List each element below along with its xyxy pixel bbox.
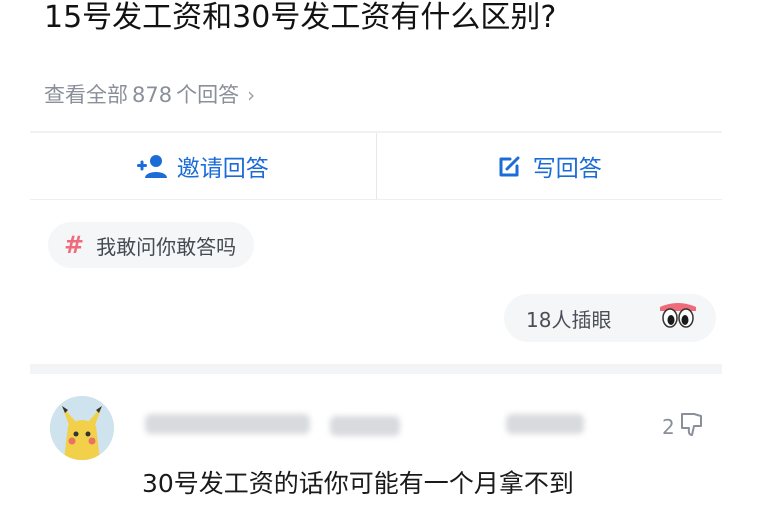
reaction-label: 18人插眼	[526, 307, 612, 332]
avatar[interactable]	[50, 396, 114, 460]
blurred-follow-button	[506, 414, 584, 434]
chevron-right-icon: ›	[247, 83, 256, 107]
hash-icon: #	[64, 231, 85, 259]
like-button[interactable]: 2	[662, 410, 705, 443]
eyes-emoji-icon	[658, 301, 698, 335]
blurred-user-info	[330, 416, 400, 436]
view-all-prefix: 查看全部	[44, 83, 128, 107]
view-all-suffix: 个回答	[176, 83, 240, 107]
answer-excerpt[interactable]: 30号发工资的话你可能有一个月拿不到	[142, 466, 710, 502]
section-separator	[30, 364, 722, 374]
like-count: 2	[662, 414, 675, 439]
answers-count: 878	[132, 83, 173, 107]
write-answer-label: 写回答	[532, 156, 602, 182]
invite-answer-label: 邀请回答	[176, 156, 269, 182]
write-answer-button[interactable]: 写回答	[377, 133, 723, 199]
question-title: 15号发工资和30号发工资有什么区别?	[44, 0, 557, 35]
invite-answer-button[interactable]: 邀请回答	[30, 133, 376, 199]
topic-tag[interactable]: # 我敢问你敢答吗	[48, 222, 255, 268]
add-person-icon	[136, 153, 167, 179]
question-actions-bar: 邀请回答 写回答	[30, 133, 722, 200]
topic-tag-label: 我敢问你敢答吗	[96, 234, 237, 259]
reaction-button[interactable]: 18人插眼	[504, 294, 716, 342]
thumb-down-icon	[679, 410, 705, 443]
view-all-answers-link[interactable]: 查看全部 878 个回答 ›	[44, 80, 255, 110]
blurred-username	[145, 414, 310, 434]
edit-icon	[497, 153, 523, 179]
